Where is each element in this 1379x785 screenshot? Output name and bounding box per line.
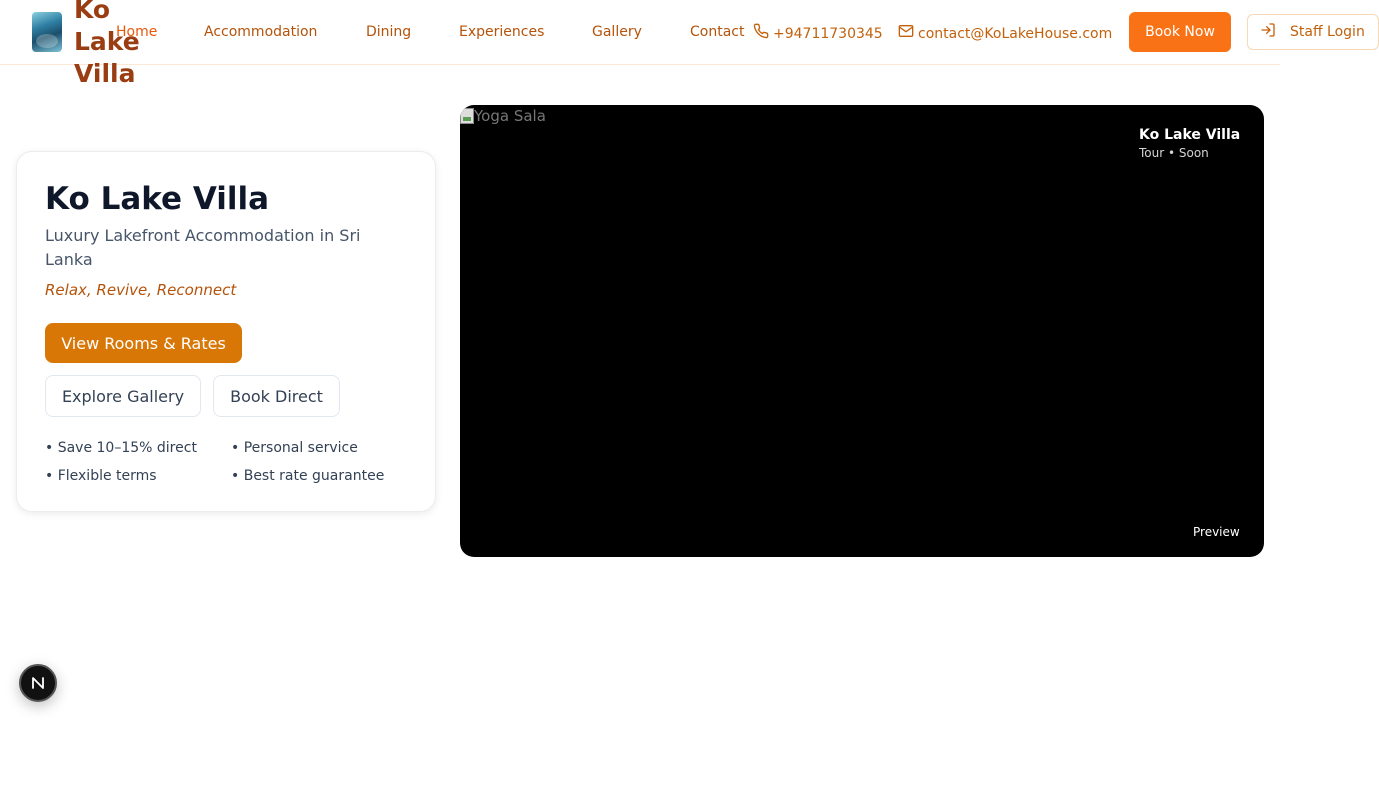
preview-meta: Tour • Soon: [1139, 146, 1209, 160]
preview-title: Ko Lake Villa: [1139, 127, 1241, 143]
book-now-button[interactable]: Book Now: [1129, 12, 1231, 52]
staff-login-button[interactable]: Staff Login: [1247, 14, 1379, 50]
explore-gallery-button[interactable]: Explore Gallery: [45, 375, 201, 417]
preview-label: Preview: [1193, 525, 1240, 539]
logo-image[interactable]: [32, 12, 62, 52]
nav-accommodation[interactable]: Accommodation: [204, 23, 317, 41]
nav-experiences[interactable]: Experiences: [459, 23, 544, 41]
book-direct-button[interactable]: Book Direct: [213, 375, 340, 417]
broken-image: Yoga Sala: [460, 107, 546, 125]
perk-flexible-terms: • Flexible terms: [45, 468, 157, 484]
broken-image-icon: [460, 108, 474, 124]
phone-icon: [753, 23, 769, 44]
phone-link[interactable]: +94711730345: [753, 23, 883, 44]
hero-tagline: Relax, Revive, Reconnect: [45, 281, 237, 299]
site-header: Ko Lake Villa Home Accommodation Dining …: [0, 0, 1379, 88]
brand-name[interactable]: Ko Lake Villa: [74, 0, 154, 90]
perk-best-rate: • Best rate guarantee: [231, 468, 385, 484]
login-icon: [1260, 22, 1276, 42]
nav-dining[interactable]: Dining: [366, 23, 411, 41]
staff-login-label: Staff Login: [1290, 24, 1365, 40]
hero-title: Ko Lake Villa: [45, 181, 270, 217]
hero-card: Ko Lake Villa Luxury Lakefront Accommoda…: [16, 151, 436, 512]
video-preview[interactable]: Yoga Sala Ko Lake Villa Tour • Soon Prev…: [460, 105, 1264, 557]
mail-icon: [898, 23, 914, 44]
nav-gallery[interactable]: Gallery: [592, 23, 642, 41]
image-alt-text: Yoga Sala: [474, 107, 546, 125]
next-dev-badge[interactable]: [19, 664, 57, 702]
email-address: contact@KoLakeHouse.com: [918, 25, 1113, 42]
view-rooms-button[interactable]: View Rooms & Rates: [45, 323, 242, 363]
phone-number: +94711730345: [773, 25, 883, 42]
nav-home[interactable]: Home: [116, 23, 157, 41]
hero-subtitle: Luxury Lakefront Accommodation in Sri La…: [45, 226, 361, 269]
email-link[interactable]: contact@KoLakeHouse.com: [898, 23, 1112, 44]
perk-save-direct: • Save 10–15% direct: [45, 440, 197, 456]
n-logo-icon: [32, 677, 44, 689]
nav-contact[interactable]: Contact: [690, 23, 744, 41]
perk-personal-service: • Personal service: [231, 440, 358, 456]
